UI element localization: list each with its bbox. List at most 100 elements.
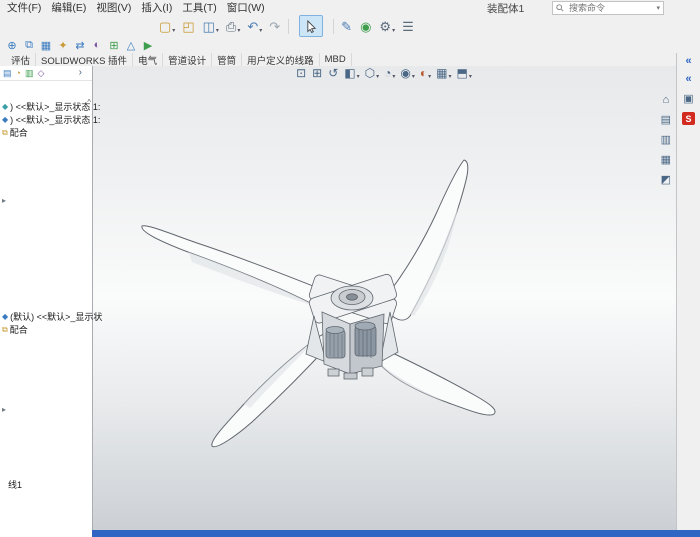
headsup-button[interactable]: ◉ ▾: [400, 67, 415, 80]
toolbar-button[interactable]: ↶ ▾: [245, 18, 264, 35]
tree-item-label: 配合: [10, 126, 28, 139]
collapse-commandmanager-icon[interactable]: «: [685, 56, 691, 67]
toolbar-button[interactable]: ⚙ ▾: [377, 18, 397, 35]
headsup-button-icon: ⬡: [365, 67, 375, 80]
assembly-tool-icon: ▦: [41, 39, 51, 52]
collapse-taskpane-icon[interactable]: «: [685, 74, 691, 85]
tree-item-label: ) <<默认>_显示状态 1:: [10, 100, 100, 113]
tree-item-icon: ▸: [2, 196, 6, 205]
assembly-tool-button[interactable]: ⊞: [107, 38, 121, 52]
panel-expand-arrow-icon[interactable]: ›: [79, 67, 82, 78]
panel-tab-icon[interactable]: ▤: [3, 68, 12, 79]
commandmanager-tabs: 评估 SOLIDWORKS 插件 电气 管道设计 管筒 用户定义的线路 MBD: [0, 53, 676, 67]
toolbar-button-icon: ⎙: [226, 19, 236, 34]
assembly-tool-button[interactable]: ◐: [90, 38, 104, 52]
status-bar: [92, 530, 700, 537]
taskpane-library-icon[interactable]: ▣: [683, 92, 693, 105]
task-pane-tab-icon[interactable]: ▤: [661, 113, 671, 126]
headsup-button[interactable]: ↺: [328, 67, 339, 80]
headsup-button[interactable]: ⊡: [296, 67, 307, 80]
assembly-tool-icon: ⧉: [25, 39, 33, 52]
assembly-3d-model[interactable]: [92, 66, 676, 530]
toolbar-button-icon: ↷: [269, 19, 280, 34]
headsup-button[interactable]: ⬒ ▾: [457, 67, 472, 80]
task-pane-tab-icon[interactable]: ▥: [661, 133, 671, 146]
tree-item[interactable]: ⧉ 配合: [2, 323, 28, 336]
toolbar-button-icon: ☰: [402, 19, 414, 34]
menu-item[interactable]: 窗口(W): [222, 0, 270, 15]
tree-item[interactable]: ◆ ) <<默认>_显示状态 1:: [2, 100, 100, 113]
headsup-button-icon: ⊞: [312, 67, 322, 80]
task-pane-tab-icon[interactable]: ▦: [661, 153, 671, 166]
search-input[interactable]: [567, 2, 653, 14]
panel-tab-icon[interactable]: ◔: [16, 68, 21, 78]
tree-item[interactable]: ▸: [2, 196, 8, 205]
command-tab[interactable]: 管道设计: [163, 53, 212, 66]
assembly-tool-button[interactable]: ✦: [56, 38, 70, 52]
headsup-button[interactable]: ⊞: [312, 67, 323, 80]
assembly-tool-button[interactable]: ▶: [141, 38, 155, 52]
menu-item[interactable]: 工具(T): [177, 0, 221, 15]
toolbar-button-icon: ✎: [341, 19, 352, 34]
tree-item[interactable]: ◆ ) <<默认>_显示状态 1:: [2, 113, 100, 126]
headsup-button[interactable]: ◔ ▾: [384, 67, 395, 80]
command-tab[interactable]: 评估: [6, 53, 36, 66]
graphics-area[interactable]: ⊡ ⊞ ↺ ◧ ▾ ⬡ ▾ ◔: [92, 66, 676, 530]
command-tab[interactable]: MBD: [320, 53, 352, 66]
assembly-tool-icon: ✦: [58, 39, 67, 52]
menu-item[interactable]: 编辑(E): [46, 0, 91, 15]
command-tab[interactable]: 用户定义的线路: [242, 53, 320, 66]
toolbar-button-icon: ↶: [247, 19, 258, 34]
command-tab[interactable]: SOLIDWORKS 插件: [36, 53, 133, 66]
toolbar-button[interactable]: ◫ ▾: [201, 18, 221, 35]
tree-item-label: 线1: [8, 478, 22, 491]
headsup-button-icon: ↺: [328, 67, 338, 80]
command-tab[interactable]: 电气: [133, 53, 163, 66]
assembly-tool-button[interactable]: ⧉: [22, 38, 36, 52]
dropdown-caret-icon: ▾: [412, 73, 415, 80]
toolbar-button[interactable]: ✎: [339, 18, 355, 35]
toolbar-button-icon: ▢: [159, 19, 171, 34]
task-pane-tab-icon[interactable]: ⌂: [662, 94, 669, 106]
toolbar-button[interactable]: ☰: [400, 18, 417, 35]
search-caret-icon[interactable]: ▾: [656, 4, 660, 12]
assembly-tool-button[interactable]: △: [124, 38, 138, 52]
toolbar-button[interactable]: ↷: [267, 18, 283, 35]
command-search[interactable]: ▾: [552, 1, 664, 15]
task-pane-strip: « « ▣ S: [676, 53, 700, 537]
menu-item[interactable]: 插入(I): [136, 0, 177, 15]
task-pane-tab-icon[interactable]: ◩: [661, 173, 671, 186]
headsup-button[interactable]: ▦ ▾: [436, 67, 451, 80]
assembly-tool-button[interactable]: ⇄: [73, 38, 87, 52]
headsup-button-icon: ◔: [384, 67, 391, 80]
tree-item-icon: ◆: [2, 115, 8, 124]
solidworks-resources-icon[interactable]: S: [682, 112, 695, 125]
assembly-tool-button[interactable]: ⊕: [5, 38, 19, 52]
assembly-tool-icon: ⊕: [7, 39, 16, 52]
panel-tab-icon[interactable]: ▥: [25, 68, 34, 79]
dropdown-caret-icon: ▾: [357, 73, 360, 80]
tree-item[interactable]: 线1: [6, 478, 22, 491]
toolbar-button[interactable]: ▢ ▾: [157, 18, 177, 35]
tree-item-icon: ◆: [2, 312, 8, 321]
toolbar-button[interactable]: ⎙ ▾: [224, 18, 242, 35]
headsup-button-icon: ◐: [420, 67, 427, 80]
headsup-button[interactable]: ◧ ▾: [344, 67, 359, 80]
select-tool-button[interactable]: [299, 15, 323, 37]
tree-item[interactable]: ▸: [2, 405, 8, 414]
toolbar-button[interactable]: ◰: [180, 18, 197, 35]
menu-item[interactable]: 文件(F): [2, 0, 46, 15]
dropdown-caret-icon: ▾: [392, 27, 395, 34]
assembly-tool-button[interactable]: ▦: [39, 38, 53, 52]
dropdown-caret-icon: ▾: [449, 73, 452, 80]
tree-item-label: ) <<默认>_显示状态 1:: [10, 113, 100, 126]
tree-item[interactable]: ◆ (默认) <<默认>_显示状: [2, 310, 102, 323]
menu-item[interactable]: 视图(V): [91, 0, 136, 15]
panel-tab-icon[interactable]: ◇: [37, 68, 44, 79]
headsup-button[interactable]: ◐ ▾: [420, 67, 431, 80]
tree-item[interactable]: ⧉ 配合: [2, 126, 28, 139]
command-tab[interactable]: 管筒: [212, 53, 242, 66]
toolbar-button[interactable]: ◉: [358, 18, 374, 35]
headsup-button[interactable]: ⬡ ▾: [365, 67, 380, 80]
feature-tree: ^ ◆ ) <<默认>_显示状态 1: ◆ ) <<默认>_显示状态 1: ⧉ …: [0, 80, 92, 537]
